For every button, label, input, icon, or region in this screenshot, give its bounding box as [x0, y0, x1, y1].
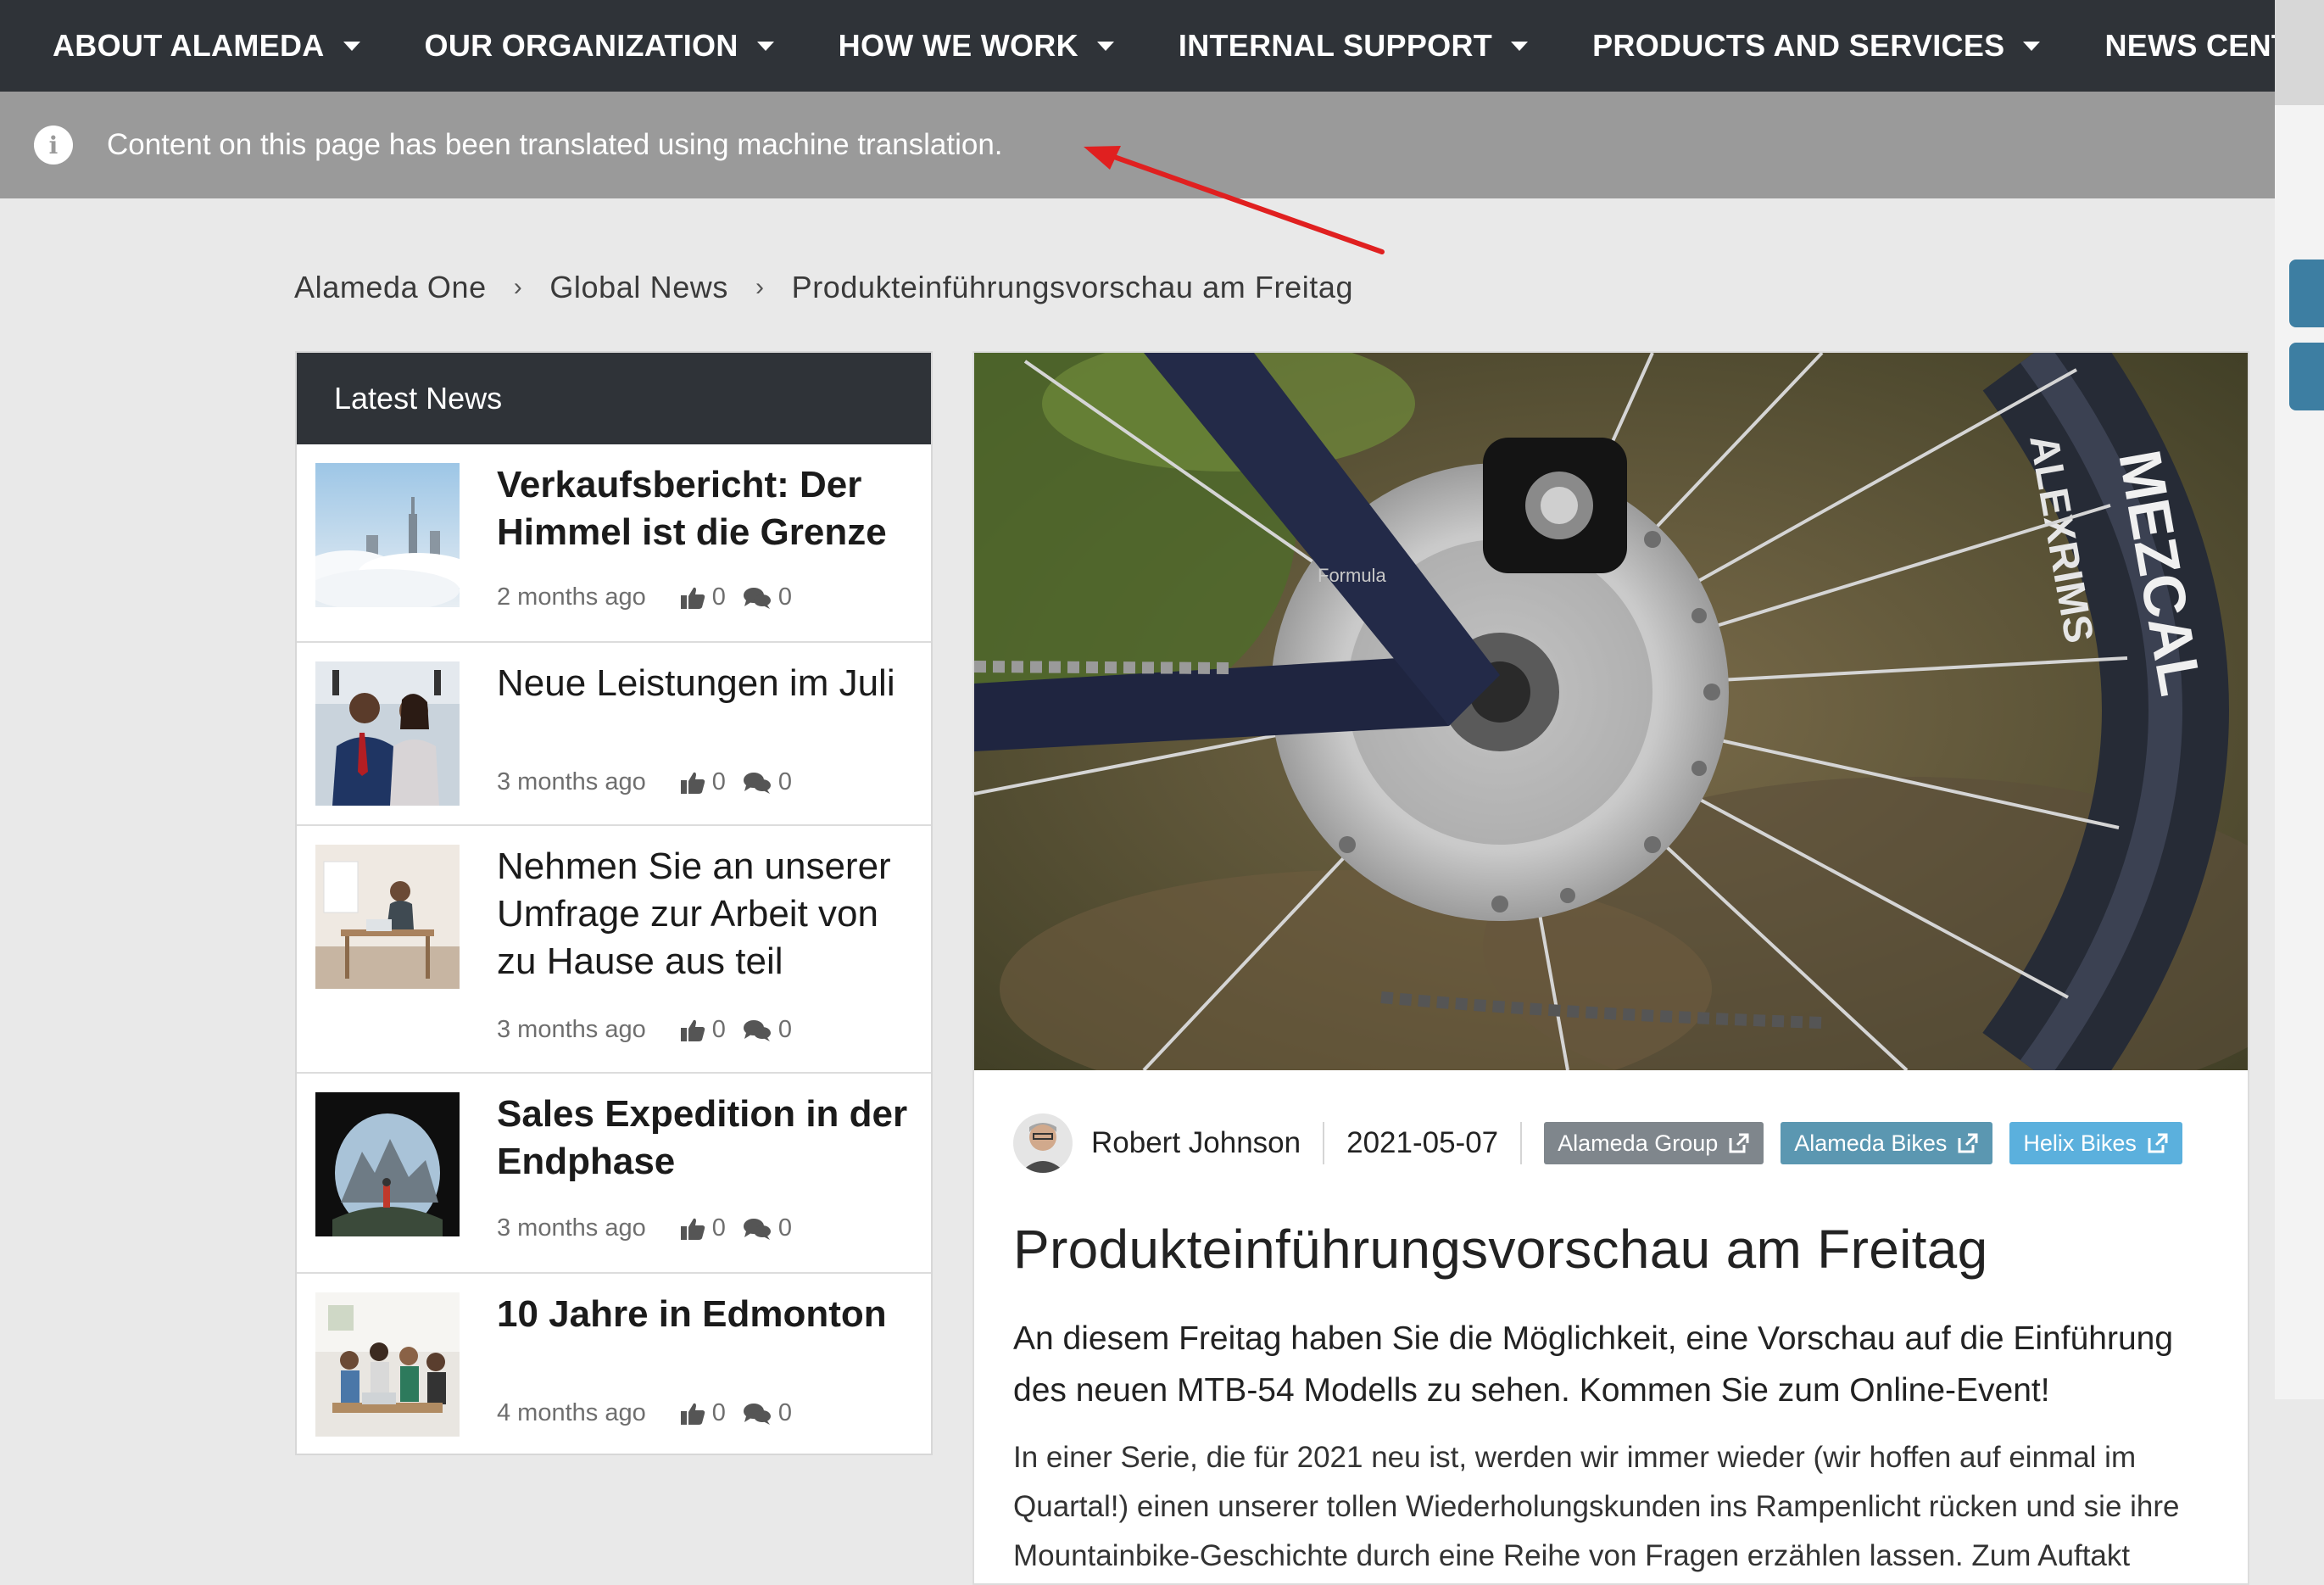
likes-count: 0	[711, 1214, 726, 1242]
news-thumbnail-business-people[interactable]	[315, 661, 460, 806]
tag-alameda-bikes[interactable]: Alameda Bikes	[1781, 1122, 1993, 1164]
likes-count: 0	[711, 1399, 726, 1426]
svg-text:Formula: Formula	[1318, 565, 1386, 586]
nav-label: ABOUT ALAMEDA	[53, 28, 325, 63]
top-navigation: ABOUT ALAMEDA OUR ORGANIZATION HOW WE WO…	[0, 0, 2324, 92]
news-thumbnail-home-office[interactable]	[315, 845, 460, 989]
comments-icon[interactable]	[743, 586, 772, 610]
likes-count: 0	[711, 768, 726, 795]
news-item[interactable]: Verkaufsbericht: Der Himmel ist die Gren…	[297, 444, 931, 643]
translation-notice: i Content on this page has been translat…	[0, 92, 2275, 198]
news-item-meta: 2 months ago 0 0	[497, 583, 809, 611]
byline-divider	[1520, 1122, 1523, 1164]
breadcrumb-item-current: Produkteinführungsvorschau am Freitag	[791, 270, 1354, 304]
external-link-icon	[1957, 1132, 1979, 1154]
breadcrumb-item-global-news[interactable]: Global News	[549, 270, 728, 305]
nav-how-we-work[interactable]: HOW WE WORK	[839, 28, 1114, 64]
news-item-title[interactable]: Verkaufsbericht: Der Himmel ist die Gren…	[497, 461, 914, 556]
tag-label: Helix Bikes	[2023, 1130, 2137, 1156]
tag-label: Alameda Group	[1558, 1130, 1719, 1156]
scrollbar-track[interactable]	[2275, 0, 2324, 1399]
comments-icon[interactable]	[743, 1019, 772, 1042]
news-item-meta: 3 months ago 0 0	[497, 768, 809, 796]
nav-label: OUR ORGANIZATION	[424, 28, 738, 63]
comments-count: 0	[777, 1214, 793, 1242]
latest-news-panel: Latest News Verkaufsbericht: Der Himmel …	[295, 351, 933, 1455]
news-item-age: 4 months ago	[497, 1399, 646, 1426]
tag-alameda-group[interactable]: Alameda Group	[1544, 1122, 1764, 1164]
likes-count: 0	[711, 583, 726, 611]
side-tab-button[interactable]	[2289, 260, 2324, 327]
news-thumbnail-cave-mountains[interactable]	[315, 1092, 460, 1236]
news-item[interactable]: 10 Jahre in Edmonton 4 months ago 0 0	[297, 1274, 931, 1457]
author-avatar[interactable]	[1013, 1113, 1073, 1173]
article-hero-image-bike: MEZCAL ALEXRIMS Formula	[974, 353, 2248, 1070]
tag-label: Alameda Bikes	[1794, 1130, 1948, 1156]
translation-notice-text: Content on this page has been translated…	[107, 128, 1003, 161]
caret-down-icon	[1511, 41, 1529, 51]
news-item-meta: 4 months ago 0 0	[497, 1399, 809, 1427]
news-item-title[interactable]: Sales Expedition in der Endphase	[497, 1091, 914, 1186]
nav-label: INTERNAL SUPPORT	[1178, 28, 1493, 63]
thumbs-up-icon[interactable]	[680, 1019, 705, 1042]
caret-down-icon	[343, 41, 360, 51]
article-lead: An diesem Freitag haben Sie die Möglichk…	[1013, 1320, 2174, 1409]
caret-down-icon	[1096, 41, 1114, 51]
comments-count: 0	[777, 1399, 793, 1426]
comments-icon[interactable]	[743, 1402, 772, 1426]
news-item-title[interactable]: 10 Jahre in Edmonton	[497, 1291, 914, 1338]
article-title: Produkteinführungsvorschau am Freitag	[1013, 1219, 1988, 1280]
nav-label: PRODUCTS AND SERVICES	[1592, 28, 2005, 63]
breadcrumb: Alameda One › Global News › Produkteinfü…	[294, 270, 1353, 305]
nav-about-alameda[interactable]: ABOUT ALAMEDA	[53, 28, 360, 64]
news-item-age: 3 months ago	[497, 768, 646, 795]
news-item-title[interactable]: Neue Leistungen im Juli	[497, 660, 914, 707]
latest-news-header: Latest News	[297, 353, 931, 444]
news-thumbnail-team-group[interactable]	[315, 1292, 460, 1437]
side-tab-button[interactable]	[2289, 343, 2324, 410]
scrollbar-thumb[interactable]	[2275, 0, 2324, 105]
news-item[interactable]: Nehmen Sie an unserer Umfrage zur Arbeit…	[297, 826, 931, 1074]
news-item[interactable]: Sales Expedition in der Endphase 3 month…	[297, 1074, 931, 1274]
breadcrumb-separator: ›	[513, 273, 523, 301]
article-body: In einer Serie, die für 2021 neu ist, we…	[1013, 1441, 2180, 1572]
thumbs-up-icon[interactable]	[680, 586, 705, 610]
breadcrumb-item-alameda-one[interactable]: Alameda One	[294, 270, 487, 305]
news-item-meta: 3 months ago 0 0	[497, 1016, 809, 1044]
article-date: 2021-05-07	[1346, 1126, 1499, 1159]
byline-divider	[1323, 1122, 1325, 1164]
news-item-meta: 3 months ago 0 0	[497, 1214, 809, 1242]
news-item-age: 3 months ago	[497, 1016, 646, 1043]
news-item-age: 2 months ago	[497, 583, 646, 611]
comments-count: 0	[777, 583, 793, 611]
likes-count: 0	[711, 1016, 726, 1043]
breadcrumb-separator: ›	[755, 273, 765, 301]
thumbs-up-icon[interactable]	[680, 1217, 705, 1241]
comments-icon[interactable]	[743, 771, 772, 795]
news-item-title[interactable]: Nehmen Sie an unserer Umfrage zur Arbeit…	[497, 843, 914, 985]
news-item[interactable]: Neue Leistungen im Juli 3 months ago 0 0	[297, 643, 931, 826]
external-link-icon	[2147, 1132, 2169, 1154]
comments-count: 0	[777, 1016, 793, 1043]
nav-label: HOW WE WORK	[838, 28, 1078, 63]
thumbs-up-icon[interactable]	[680, 771, 705, 795]
article-byline: Robert Johnson 2021-05-07 Alameda Group …	[1013, 1109, 2199, 1177]
article: MEZCAL ALEXRIMS Formula Robert Johnson 2…	[973, 351, 2249, 1585]
nav-internal-support[interactable]: INTERNAL SUPPORT	[1178, 28, 1529, 64]
thumbs-up-icon[interactable]	[680, 1402, 705, 1426]
external-link-icon	[1728, 1132, 1750, 1154]
news-item-age: 3 months ago	[497, 1214, 646, 1242]
comments-count: 0	[777, 768, 793, 795]
tag-helix-bikes[interactable]: Helix Bikes	[2009, 1122, 2182, 1164]
info-icon: i	[34, 126, 73, 165]
latest-news-title: Latest News	[334, 381, 503, 416]
nav-products-and-services[interactable]: PRODUCTS AND SERVICES	[1592, 28, 2041, 64]
caret-down-icon	[2023, 41, 2041, 51]
news-thumbnail-clouds-skyline[interactable]	[315, 463, 460, 607]
author-name[interactable]: Robert Johnson	[1091, 1126, 1301, 1160]
caret-down-icon	[756, 41, 774, 51]
comments-icon[interactable]	[743, 1217, 772, 1241]
nav-our-organization[interactable]: OUR ORGANIZATION	[425, 28, 774, 64]
